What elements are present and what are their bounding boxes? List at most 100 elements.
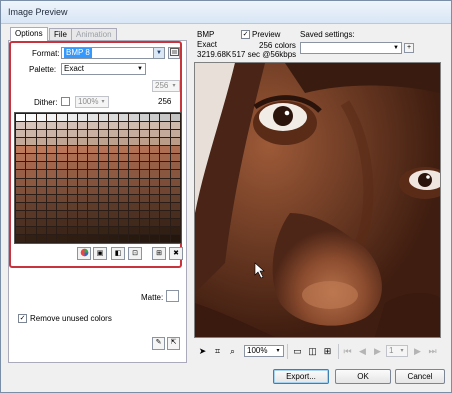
palette-swatch[interactable] [150,162,160,170]
palette-swatch[interactable] [150,146,160,154]
image-preview-canvas[interactable] [194,62,441,338]
palette-swatch[interactable] [139,146,150,154]
palette-swatch[interactable] [88,162,98,170]
palette-swatch[interactable] [119,138,129,146]
palette-swatch[interactable] [170,234,180,242]
palette-swatch[interactable] [139,226,150,234]
palette-swatch[interactable] [139,194,150,202]
palette-swatch[interactable] [108,218,119,226]
palette-swatch[interactable] [170,226,180,234]
palette-swatch[interactable] [129,122,139,130]
palette-swatch[interactable] [16,218,26,226]
palette-swatch[interactable] [36,194,46,202]
palette-swatch[interactable] [16,130,26,138]
lock-color-icon[interactable]: ⊡ [128,247,142,260]
palette-swatch[interactable] [160,226,170,234]
palette-swatch[interactable] [26,234,36,242]
plus-icon[interactable]: + [404,43,414,53]
palette-swatch[interactable] [57,218,67,226]
palette-swatch[interactable] [108,170,119,178]
palette-swatch[interactable] [98,130,108,138]
palette-swatch[interactable] [160,178,170,186]
palette-swatch[interactable] [16,226,26,234]
palette-swatch[interactable] [57,154,67,162]
palette-swatch[interactable] [160,138,170,146]
palette-swatch[interactable] [150,138,160,146]
dither-checkbox[interactable] [61,97,70,106]
single-view-icon[interactable]: ▭ [291,345,304,358]
palette-swatch[interactable] [77,194,88,202]
palette-swatch[interactable] [16,146,26,154]
palette-swatch[interactable] [26,146,36,154]
palette-swatch[interactable] [160,146,170,154]
palette-swatch[interactable] [67,202,77,210]
settings-icon[interactable] [168,47,180,59]
palette-swatch[interactable] [108,178,119,186]
palette-swatch[interactable] [98,162,108,170]
palette-swatch[interactable] [98,218,108,226]
palette-swatch[interactable] [77,130,88,138]
palette-swatch[interactable] [26,114,36,122]
palette-swatch[interactable] [88,178,98,186]
palette-swatch[interactable] [98,154,108,162]
palette-swatch[interactable] [77,178,88,186]
palette-swatch[interactable] [46,114,57,122]
palette-swatch[interactable] [98,122,108,130]
palette-swatch[interactable] [16,122,26,130]
palette-swatch[interactable] [98,138,108,146]
palette-swatch[interactable] [170,122,180,130]
palette-swatch[interactable] [88,234,98,242]
palette-swatch[interactable] [88,202,98,210]
palette-swatch[interactable] [57,234,67,242]
palette-swatch[interactable] [150,202,160,210]
palette-swatch[interactable] [67,130,77,138]
palette-swatch[interactable] [170,146,180,154]
tab-options[interactable]: Options [10,27,48,41]
palette-swatch[interactable] [129,186,139,194]
palette-swatch[interactable] [36,162,46,170]
palette-swatch[interactable] [170,218,180,226]
palette-swatch[interactable] [98,170,108,178]
palette-swatch[interactable] [26,218,36,226]
color-wheel-icon[interactable] [77,247,91,260]
palette-swatch[interactable] [119,122,129,130]
palette-swatch[interactable] [67,138,77,146]
palette-swatch[interactable] [139,138,150,146]
palette-swatch[interactable] [46,146,57,154]
palette-swatch[interactable] [26,154,36,162]
palette-swatch[interactable] [46,130,57,138]
palette-swatch[interactable] [67,234,77,242]
palette-swatch[interactable] [108,162,119,170]
palette-swatch[interactable] [88,170,98,178]
palette-swatch[interactable] [150,210,160,218]
pointer-icon[interactable]: ➤ [196,345,209,358]
palette-swatch[interactable] [57,170,67,178]
palette-swatch[interactable] [57,178,67,186]
palette-swatch[interactable] [108,122,119,130]
palette-swatch[interactable] [150,154,160,162]
palette-swatch[interactable] [46,194,57,202]
palette-swatch[interactable] [88,114,98,122]
palette-swatch[interactable] [150,194,160,202]
palette-swatch[interactable] [98,114,108,122]
palette-swatch[interactable] [129,154,139,162]
palette-swatch[interactable] [108,194,119,202]
palette-swatch[interactable] [119,226,129,234]
color-palette-grid[interactable] [14,112,182,244]
palette-swatch[interactable] [88,130,98,138]
palette-swatch[interactable] [129,138,139,146]
palette-swatch[interactable] [77,154,88,162]
palette-swatch[interactable] [26,194,36,202]
palette-swatch[interactable] [160,234,170,242]
palette-swatch[interactable] [108,154,119,162]
palette-swatch[interactable] [46,210,57,218]
palette-swatch[interactable] [139,162,150,170]
palette-swatch[interactable] [26,122,36,130]
delete-color-icon[interactable]: ✖ [169,247,183,260]
split-four-icon[interactable]: ⊞ [321,345,334,358]
palette-swatch[interactable] [26,130,36,138]
palette-swatch[interactable] [16,114,26,122]
palette-swatch[interactable] [88,186,98,194]
split-two-icon[interactable]: ◫ [306,345,319,358]
palette-swatch[interactable] [77,186,88,194]
